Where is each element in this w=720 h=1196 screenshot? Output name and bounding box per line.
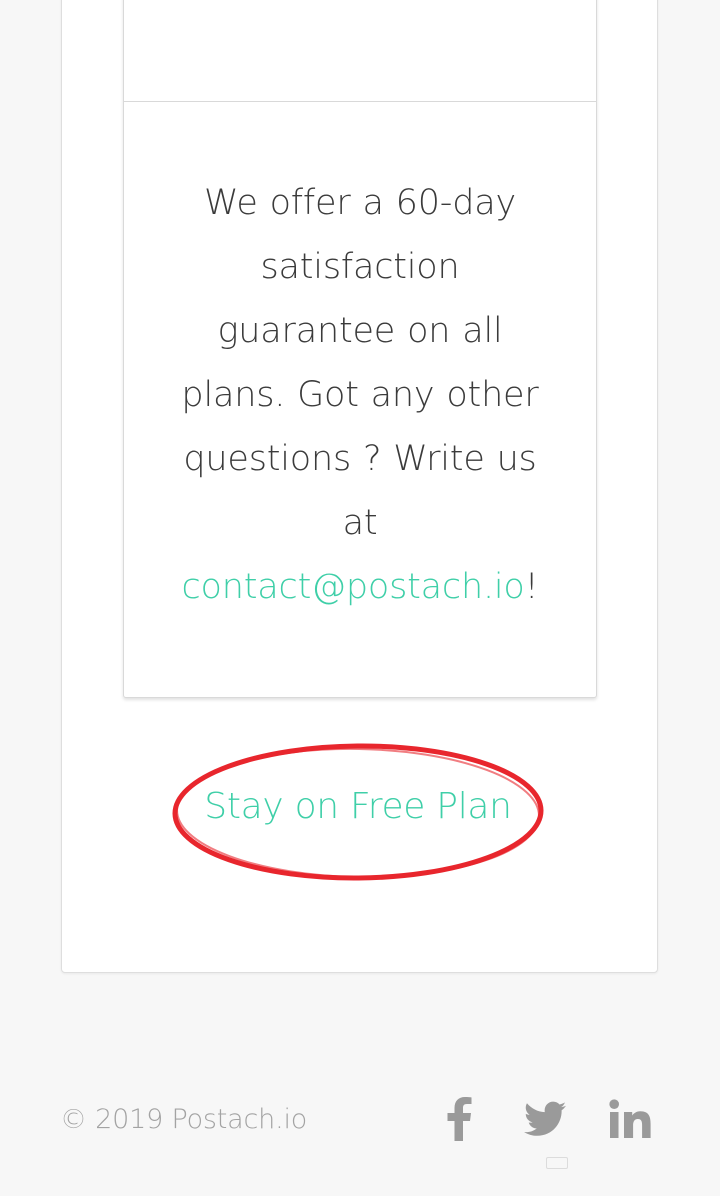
card-divider xyxy=(124,101,596,102)
watermark-icon xyxy=(546,1157,568,1169)
facebook-link[interactable] xyxy=(436,1094,482,1144)
guarantee-card: We offer a 60-day satisfaction guarantee… xyxy=(123,0,597,698)
linkedin-link[interactable] xyxy=(605,1094,655,1144)
guarantee-suffix: ! xyxy=(524,567,539,607)
guarantee-paragraph: We offer a 60-day satisfaction guarantee… xyxy=(174,171,546,619)
linkedin-icon xyxy=(609,1099,651,1138)
contact-email-link[interactable]: contact@postach.io xyxy=(182,567,525,607)
watermark xyxy=(546,1154,572,1172)
free-plan-area: Stay on Free Plan xyxy=(172,741,544,883)
guarantee-text: We offer a 60-day satisfaction guarantee… xyxy=(181,183,539,543)
twitter-link[interactable] xyxy=(520,1094,570,1144)
twitter-icon xyxy=(524,1101,566,1136)
stay-on-free-plan-link[interactable]: Stay on Free Plan xyxy=(172,783,544,831)
facebook-icon xyxy=(447,1097,472,1141)
copyright: © 2019 Postach.io xyxy=(60,1104,308,1135)
